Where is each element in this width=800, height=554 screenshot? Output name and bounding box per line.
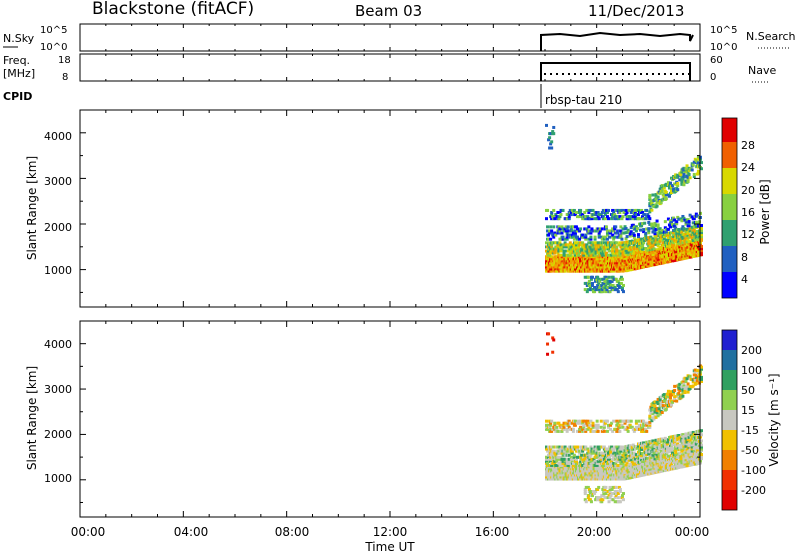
nsearch-tick-bottom: 10^0 [710, 42, 737, 53]
freq-line [540, 62, 691, 81]
freq-tick-top: 18 [58, 55, 71, 66]
velocity-cbar-tick-15: 15 [741, 404, 755, 417]
power-scatter [545, 123, 703, 294]
x-axis-label: Time UT [364, 540, 415, 554]
velocity-ytick-4000: 4000 [44, 338, 72, 351]
power-cbar-tick-28: 28 [741, 139, 755, 152]
mhz-label: [MHz] [3, 67, 35, 80]
cpid-label: CPID [3, 90, 32, 103]
x-tick-1200: 12:00 [373, 525, 408, 539]
nsky-tick-bottom: 10^0 [40, 42, 67, 53]
x-axis: 00:00 04:00 08:00 12:00 16:00 20:00 00:0… [71, 525, 710, 554]
velocity-cbar-label: Velocity [m s⁻¹] [767, 373, 781, 466]
power-cbar-tick-12: 12 [741, 228, 755, 241]
x-tick-1600: 16:00 [475, 525, 510, 539]
power-ytick-4000: 4000 [44, 130, 72, 143]
velocity-cbar-tick-100: 100 [741, 364, 762, 377]
velocity-cbar-tick-m200: -200 [741, 484, 766, 497]
nsky-label: N.Sky [3, 32, 35, 45]
power-cbar-tick-24: 24 [741, 161, 755, 174]
nave-label: Nave [748, 64, 776, 77]
station-title: Blackstone (fitACF) [92, 0, 254, 19]
power-cbar-tick-8: 8 [741, 251, 748, 264]
velocity-cbar-tick-m100: -100 [741, 464, 766, 477]
velocity-cbar-tick-m15: -15 [741, 424, 759, 437]
radar-summary-plot: Blackstone (fitACF) Beam 03 11/Dec/2013 … [3, 0, 796, 554]
velocity-ylabel: Slant Range [km] [25, 366, 39, 470]
x-tick-0800: 08:00 [275, 525, 310, 539]
power-cbar-label: Power [dB] [758, 179, 772, 244]
nsearch-label: N.Search [746, 30, 796, 43]
velocity-cbar-tick-200: 200 [741, 344, 762, 357]
nsky-tick-top: 10^5 [40, 25, 67, 36]
power-colorbar: 28 24 20 16 12 8 4 Power [dB] [721, 117, 772, 299]
freq-tick-bottom: 8 [62, 72, 68, 83]
cpid-row: CPID rbsp-tau 210 [3, 84, 622, 108]
nsky-line [540, 31, 694, 51]
x-tick-0400: 04:00 [174, 525, 209, 539]
velocity-yticks: 4000 3000 2000 1000 [44, 338, 72, 485]
freq-label: Freq. [3, 54, 30, 67]
velocity-cbar-tick-50: 50 [741, 384, 755, 397]
x-tick-0000: 00:00 [71, 525, 106, 539]
power-ylabel: Slant Range [km] [25, 156, 39, 260]
nsearch-tick-top: 10^5 [710, 25, 737, 36]
power-cbar-tick-16: 16 [741, 206, 755, 219]
nave-tick-top: 60 [710, 55, 723, 66]
power-yticks: 4000 3000 2000 1000 [44, 130, 72, 277]
velocity-ytick-1000: 1000 [44, 472, 72, 485]
beam-title: Beam 03 [355, 2, 422, 20]
velocity-cbar-tick-m50: -50 [741, 444, 759, 457]
x-tick-2400: 00:00 [675, 525, 710, 539]
power-ytick-1000: 1000 [44, 264, 72, 277]
cpid-program: rbsp-tau 210 [545, 93, 622, 107]
power-panel: Slant Range [km] 4000 3000 2000 1000 28 … [25, 109, 772, 308]
x-tick-2000: 20:00 [577, 525, 612, 539]
power-ytick-3000: 3000 [44, 175, 72, 188]
velocity-ytick-3000: 3000 [44, 383, 72, 396]
velocity-panel: Slant Range [km] 4000 3000 2000 1000 200… [25, 320, 781, 518]
nsky-panel: N.Sky 10^5 10^0 10^5 10^0 N.Search [3, 23, 796, 53]
velocity-colorbar: 200 100 50 15 -15 -50 -100 -200 Velocity… [721, 329, 781, 511]
power-cbar-tick-4: 4 [741, 273, 748, 286]
power-cbar-tick-20: 20 [741, 184, 755, 197]
power-ytick-2000: 2000 [44, 221, 72, 234]
nave-tick-bottom: 0 [710, 72, 716, 83]
velocity-scatter [545, 332, 703, 504]
date-title: 11/Dec/2013 [588, 2, 684, 20]
velocity-ytick-2000: 2000 [44, 428, 72, 441]
